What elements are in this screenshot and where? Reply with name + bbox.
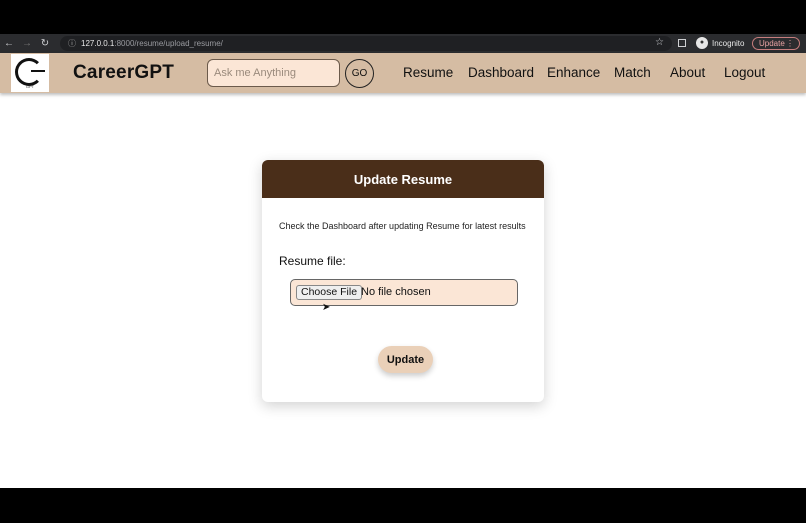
side-panel-icon[interactable] xyxy=(678,39,686,47)
logo-text: GPT xyxy=(25,84,35,89)
page-content: GPT CareerGPT GO Resume Dashboard Enhanc… xyxy=(0,53,806,488)
logo-dash-icon xyxy=(31,70,45,72)
nav-link-about[interactable]: About xyxy=(670,65,705,80)
browser-toolbar: ← → ↻ ⓘ 127.0.0.1:8000/resume/upload_res… xyxy=(0,34,806,53)
file-status: No file chosen xyxy=(361,286,431,298)
nav-link-logout[interactable]: Logout xyxy=(724,65,765,80)
forward-arrow-icon[interactable]: → xyxy=(18,34,36,53)
card-title: Update Resume xyxy=(262,160,544,198)
nav-link-enhance[interactable]: Enhance xyxy=(547,65,600,80)
mouse-cursor-icon: ➤ xyxy=(322,302,331,313)
logo[interactable]: GPT xyxy=(11,54,49,92)
update-submit-button[interactable]: Update xyxy=(378,346,433,373)
kebab-menu-icon[interactable]: ⋮ xyxy=(786,38,794,49)
brand-title[interactable]: CareerGPT xyxy=(73,62,174,84)
url-host: 127.0.0.1 xyxy=(81,39,115,48)
browser-update-button[interactable]: Update ⋮ xyxy=(752,37,800,50)
bottom-letterbox xyxy=(0,488,806,523)
incognito-label: Incognito xyxy=(712,39,745,48)
reload-icon[interactable]: ↻ xyxy=(36,34,54,53)
resume-file-label: Resume file: xyxy=(279,254,346,268)
browser-update-label: Update xyxy=(759,39,785,48)
update-resume-card: Update Resume Check the Dashboard after … xyxy=(262,160,544,402)
resume-file-input[interactable]: Choose File No file chosen ➤ xyxy=(290,279,518,313)
search-input[interactable] xyxy=(207,59,340,87)
nav-link-dashboard[interactable]: Dashboard xyxy=(468,65,534,80)
go-button[interactable]: GO xyxy=(345,59,374,88)
star-icon[interactable]: ☆ xyxy=(655,37,664,48)
url-path: :8000/resume/upload_resume/ xyxy=(114,39,223,48)
dashboard-note: Check the Dashboard after updating Resum… xyxy=(279,221,526,231)
nav-link-match[interactable]: Match xyxy=(614,65,651,80)
back-arrow-icon[interactable]: ← xyxy=(0,34,18,53)
navbar: GPT CareerGPT GO Resume Dashboard Enhanc… xyxy=(0,53,806,93)
choose-file-button[interactable]: Choose File xyxy=(296,285,363,300)
info-icon[interactable]: ⓘ xyxy=(65,38,79,49)
logo-ring-icon xyxy=(15,58,43,86)
incognito-icon: ● xyxy=(696,37,708,49)
address-bar[interactable]: ⓘ 127.0.0.1:8000/resume/upload_resume/ xyxy=(60,36,672,51)
top-letterbox xyxy=(0,0,806,34)
nav-link-resume[interactable]: Resume xyxy=(403,65,453,80)
